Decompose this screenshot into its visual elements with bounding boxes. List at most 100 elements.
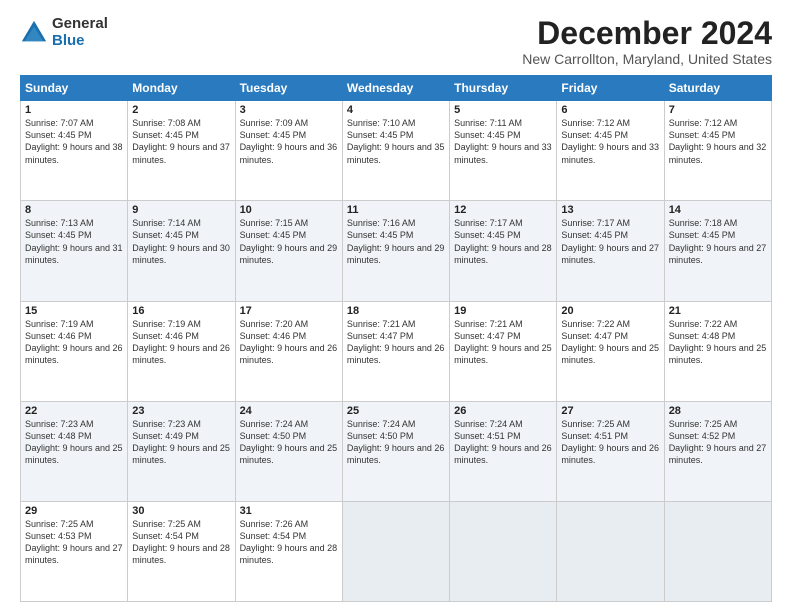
sunrise-label: Sunrise: 7:08 AM bbox=[132, 118, 201, 128]
day-header-tuesday: Tuesday bbox=[235, 76, 342, 101]
sunset-label: Sunset: 4:45 PM bbox=[25, 130, 92, 140]
calendar-cell: 1 Sunrise: 7:07 AM Sunset: 4:45 PM Dayli… bbox=[21, 101, 128, 201]
sunrise-label: Sunrise: 7:25 AM bbox=[669, 419, 738, 429]
daylight-label: Daylight: 9 hours and 25 minutes. bbox=[240, 443, 338, 465]
day-number: 15 bbox=[25, 305, 123, 317]
day-info: Sunrise: 7:26 AM Sunset: 4:54 PM Dayligh… bbox=[240, 518, 338, 567]
sunset-label: Sunset: 4:49 PM bbox=[132, 431, 199, 441]
sunrise-label: Sunrise: 7:10 AM bbox=[347, 118, 416, 128]
calendar-week-1: 1 Sunrise: 7:07 AM Sunset: 4:45 PM Dayli… bbox=[21, 101, 772, 201]
calendar-cell: 16 Sunrise: 7:19 AM Sunset: 4:46 PM Dayl… bbox=[128, 301, 235, 401]
day-info: Sunrise: 7:22 AM Sunset: 4:48 PM Dayligh… bbox=[669, 318, 767, 367]
sunset-label: Sunset: 4:46 PM bbox=[240, 331, 307, 341]
sunrise-label: Sunrise: 7:12 AM bbox=[561, 118, 630, 128]
day-info: Sunrise: 7:22 AM Sunset: 4:47 PM Dayligh… bbox=[561, 318, 659, 367]
day-number: 31 bbox=[240, 505, 338, 517]
calendar-table: SundayMondayTuesdayWednesdayThursdayFrid… bbox=[20, 75, 772, 602]
day-header-thursday: Thursday bbox=[450, 76, 557, 101]
day-number: 20 bbox=[561, 305, 659, 317]
day-info: Sunrise: 7:17 AM Sunset: 4:45 PM Dayligh… bbox=[561, 217, 659, 266]
daylight-label: Daylight: 9 hours and 28 minutes. bbox=[132, 543, 230, 565]
sunrise-label: Sunrise: 7:19 AM bbox=[25, 319, 94, 329]
day-header-sunday: Sunday bbox=[21, 76, 128, 101]
sunset-label: Sunset: 4:45 PM bbox=[669, 230, 736, 240]
day-info: Sunrise: 7:25 AM Sunset: 4:51 PM Dayligh… bbox=[561, 418, 659, 467]
sunrise-label: Sunrise: 7:19 AM bbox=[132, 319, 201, 329]
calendar-week-3: 15 Sunrise: 7:19 AM Sunset: 4:46 PM Dayl… bbox=[21, 301, 772, 401]
daylight-label: Daylight: 9 hours and 25 minutes. bbox=[669, 343, 767, 365]
daylight-label: Daylight: 9 hours and 29 minutes. bbox=[347, 243, 445, 265]
sunset-label: Sunset: 4:47 PM bbox=[454, 331, 521, 341]
sunset-label: Sunset: 4:45 PM bbox=[561, 130, 628, 140]
day-number: 25 bbox=[347, 405, 445, 417]
calendar-cell: 7 Sunrise: 7:12 AM Sunset: 4:45 PM Dayli… bbox=[664, 101, 771, 201]
calendar-cell: 12 Sunrise: 7:17 AM Sunset: 4:45 PM Dayl… bbox=[450, 201, 557, 301]
sunset-label: Sunset: 4:45 PM bbox=[454, 230, 521, 240]
calendar-cell bbox=[664, 501, 771, 601]
calendar-cell: 20 Sunrise: 7:22 AM Sunset: 4:47 PM Dayl… bbox=[557, 301, 664, 401]
sunrise-label: Sunrise: 7:18 AM bbox=[669, 218, 738, 228]
calendar-header-row: SundayMondayTuesdayWednesdayThursdayFrid… bbox=[21, 76, 772, 101]
daylight-label: Daylight: 9 hours and 30 minutes. bbox=[132, 243, 230, 265]
daylight-label: Daylight: 9 hours and 26 minutes. bbox=[240, 343, 338, 365]
day-info: Sunrise: 7:10 AM Sunset: 4:45 PM Dayligh… bbox=[347, 117, 445, 166]
day-number: 4 bbox=[347, 104, 445, 116]
sunrise-label: Sunrise: 7:25 AM bbox=[25, 519, 94, 529]
day-info: Sunrise: 7:09 AM Sunset: 4:45 PM Dayligh… bbox=[240, 117, 338, 166]
sunrise-label: Sunrise: 7:25 AM bbox=[132, 519, 201, 529]
calendar-cell: 23 Sunrise: 7:23 AM Sunset: 4:49 PM Dayl… bbox=[128, 401, 235, 501]
calendar-cell: 9 Sunrise: 7:14 AM Sunset: 4:45 PM Dayli… bbox=[128, 201, 235, 301]
sunrise-label: Sunrise: 7:14 AM bbox=[132, 218, 201, 228]
daylight-label: Daylight: 9 hours and 26 minutes. bbox=[25, 343, 123, 365]
sunrise-label: Sunrise: 7:24 AM bbox=[347, 419, 416, 429]
calendar-cell: 15 Sunrise: 7:19 AM Sunset: 4:46 PM Dayl… bbox=[21, 301, 128, 401]
day-number: 17 bbox=[240, 305, 338, 317]
sunrise-label: Sunrise: 7:21 AM bbox=[347, 319, 416, 329]
calendar-cell: 28 Sunrise: 7:25 AM Sunset: 4:52 PM Dayl… bbox=[664, 401, 771, 501]
sunset-label: Sunset: 4:51 PM bbox=[561, 431, 628, 441]
sunset-label: Sunset: 4:47 PM bbox=[561, 331, 628, 341]
daylight-label: Daylight: 9 hours and 26 minutes. bbox=[454, 443, 552, 465]
calendar-cell: 31 Sunrise: 7:26 AM Sunset: 4:54 PM Dayl… bbox=[235, 501, 342, 601]
day-header-friday: Friday bbox=[557, 76, 664, 101]
daylight-label: Daylight: 9 hours and 35 minutes. bbox=[347, 142, 445, 164]
logo: General Blue bbox=[20, 16, 108, 49]
day-header-monday: Monday bbox=[128, 76, 235, 101]
day-number: 11 bbox=[347, 204, 445, 216]
calendar-cell bbox=[557, 501, 664, 601]
calendar-cell: 26 Sunrise: 7:24 AM Sunset: 4:51 PM Dayl… bbox=[450, 401, 557, 501]
calendar-cell: 21 Sunrise: 7:22 AM Sunset: 4:48 PM Dayl… bbox=[664, 301, 771, 401]
day-info: Sunrise: 7:21 AM Sunset: 4:47 PM Dayligh… bbox=[347, 318, 445, 367]
sunset-label: Sunset: 4:45 PM bbox=[561, 230, 628, 240]
sunset-label: Sunset: 4:50 PM bbox=[240, 431, 307, 441]
day-info: Sunrise: 7:23 AM Sunset: 4:48 PM Dayligh… bbox=[25, 418, 123, 467]
day-number: 13 bbox=[561, 204, 659, 216]
calendar-cell: 29 Sunrise: 7:25 AM Sunset: 4:53 PM Dayl… bbox=[21, 501, 128, 601]
day-number: 3 bbox=[240, 104, 338, 116]
day-info: Sunrise: 7:17 AM Sunset: 4:45 PM Dayligh… bbox=[454, 217, 552, 266]
day-info: Sunrise: 7:11 AM Sunset: 4:45 PM Dayligh… bbox=[454, 117, 552, 166]
daylight-label: Daylight: 9 hours and 27 minutes. bbox=[669, 243, 767, 265]
day-number: 22 bbox=[25, 405, 123, 417]
calendar-cell: 17 Sunrise: 7:20 AM Sunset: 4:46 PM Dayl… bbox=[235, 301, 342, 401]
logo-icon bbox=[20, 19, 48, 47]
day-number: 30 bbox=[132, 505, 230, 517]
calendar-cell: 5 Sunrise: 7:11 AM Sunset: 4:45 PM Dayli… bbox=[450, 101, 557, 201]
day-number: 21 bbox=[669, 305, 767, 317]
daylight-label: Daylight: 9 hours and 28 minutes. bbox=[240, 543, 338, 565]
daylight-label: Daylight: 9 hours and 25 minutes. bbox=[132, 443, 230, 465]
sunrise-label: Sunrise: 7:24 AM bbox=[454, 419, 523, 429]
page: General Blue December 2024 New Carrollto… bbox=[0, 0, 792, 612]
day-number: 14 bbox=[669, 204, 767, 216]
day-number: 19 bbox=[454, 305, 552, 317]
day-info: Sunrise: 7:24 AM Sunset: 4:51 PM Dayligh… bbox=[454, 418, 552, 467]
day-info: Sunrise: 7:25 AM Sunset: 4:53 PM Dayligh… bbox=[25, 518, 123, 567]
sunset-label: Sunset: 4:45 PM bbox=[347, 130, 414, 140]
calendar-cell: 2 Sunrise: 7:08 AM Sunset: 4:45 PM Dayli… bbox=[128, 101, 235, 201]
calendar-cell: 27 Sunrise: 7:25 AM Sunset: 4:51 PM Dayl… bbox=[557, 401, 664, 501]
sunrise-label: Sunrise: 7:22 AM bbox=[669, 319, 738, 329]
calendar-week-2: 8 Sunrise: 7:13 AM Sunset: 4:45 PM Dayli… bbox=[21, 201, 772, 301]
calendar-week-5: 29 Sunrise: 7:25 AM Sunset: 4:53 PM Dayl… bbox=[21, 501, 772, 601]
sunrise-label: Sunrise: 7:16 AM bbox=[347, 218, 416, 228]
day-info: Sunrise: 7:23 AM Sunset: 4:49 PM Dayligh… bbox=[132, 418, 230, 467]
